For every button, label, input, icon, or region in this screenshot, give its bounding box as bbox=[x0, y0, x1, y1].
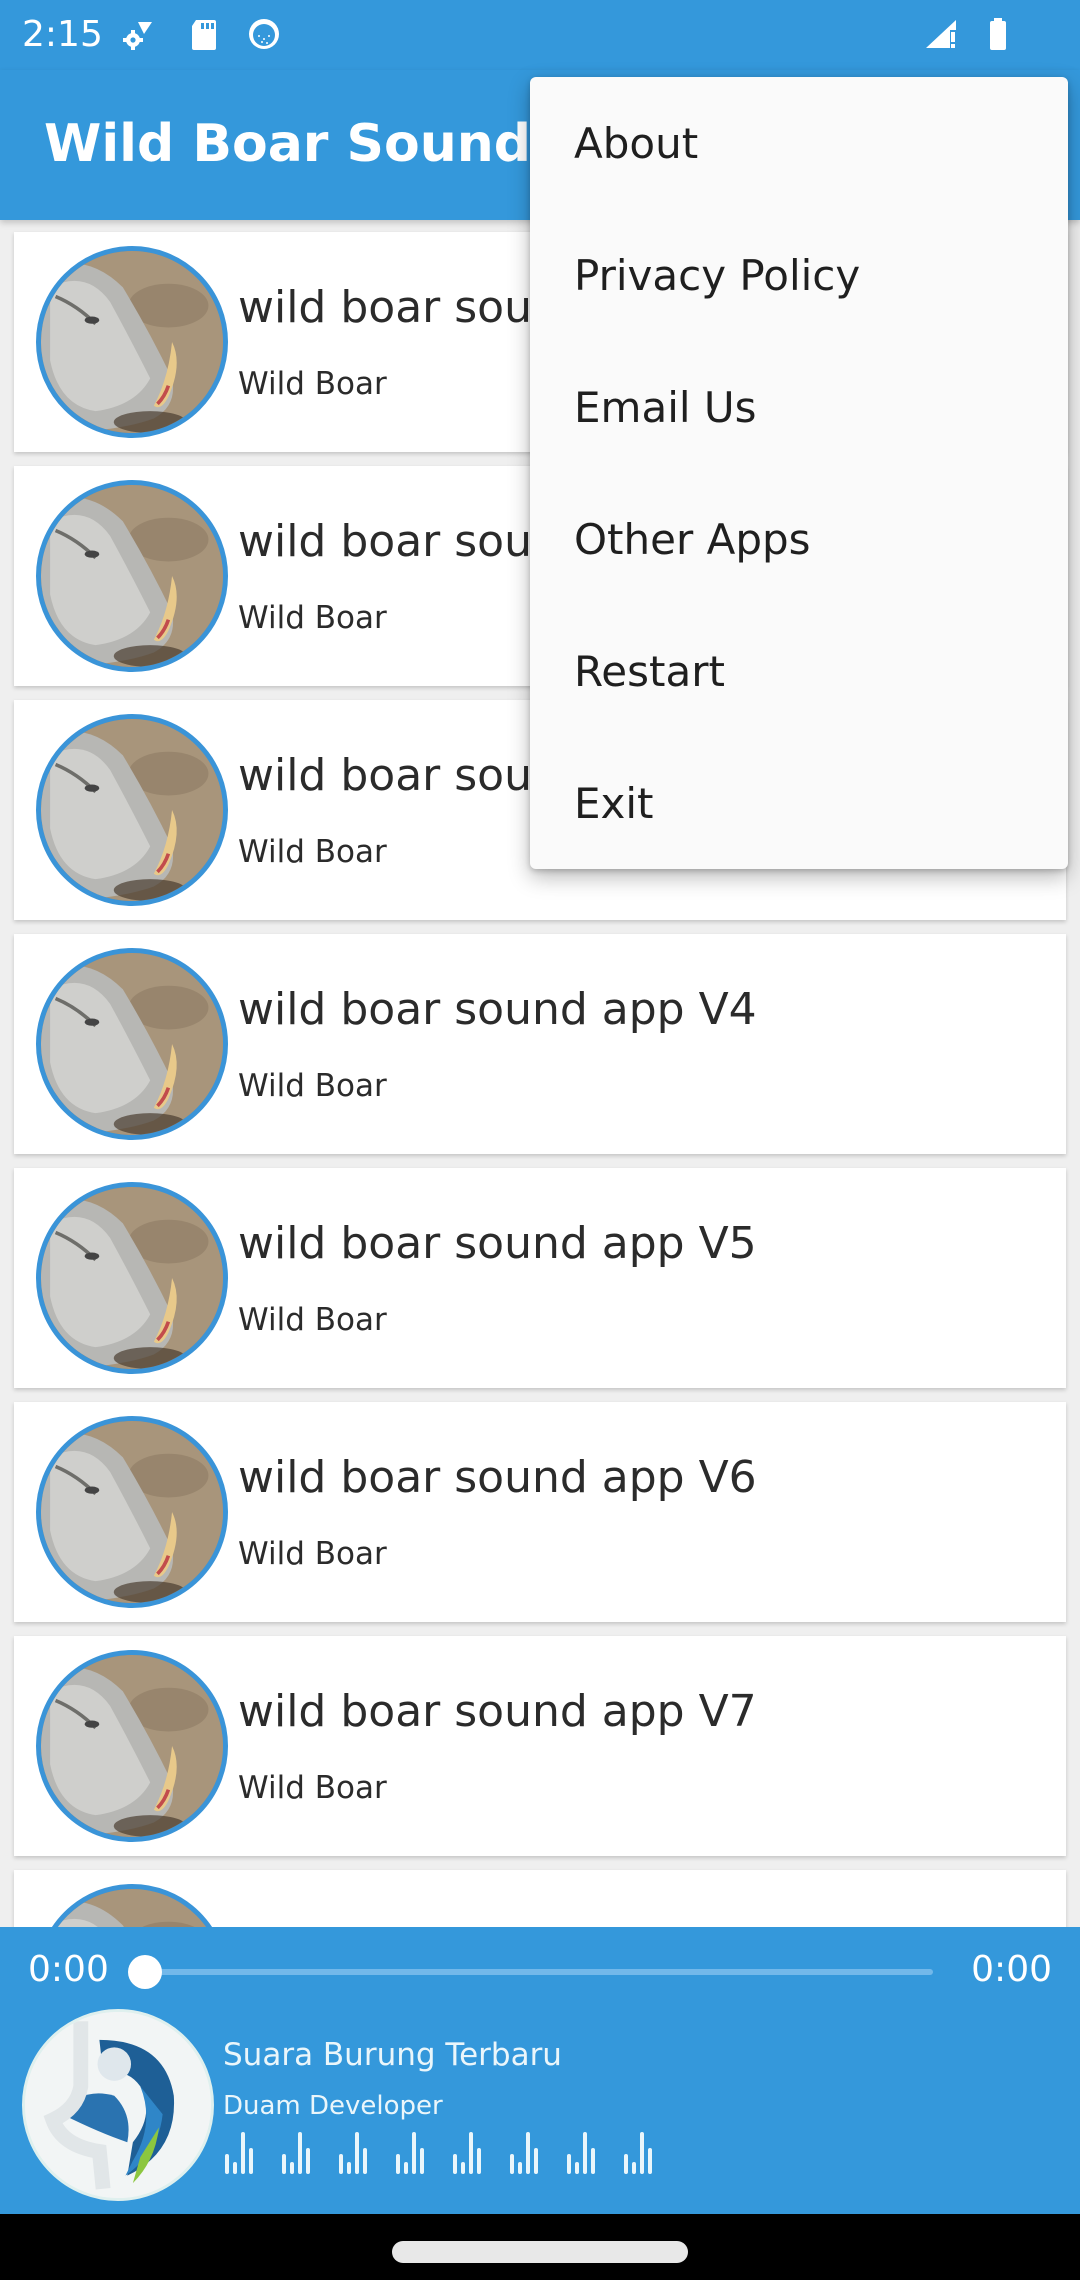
equalizer-bar bbox=[477, 2148, 481, 2174]
audio-player: 0:00 0:00 Suara Burung Terbaru Duam Deve… bbox=[0, 1927, 1080, 2214]
item-title: wild boar sound app V7 bbox=[238, 1686, 757, 1737]
wild-boar-thumbnail bbox=[36, 1416, 228, 1608]
seek-bar[interactable] bbox=[145, 1969, 933, 1975]
equalizer-bar bbox=[225, 2154, 229, 2174]
equalizer-bar bbox=[567, 2154, 571, 2174]
equalizer-bar bbox=[241, 2132, 245, 2174]
equalizer-bar bbox=[298, 2132, 302, 2174]
battery-icon bbox=[980, 16, 1016, 52]
sd-card-icon bbox=[186, 16, 222, 52]
equalizer-bar bbox=[640, 2132, 644, 2174]
equalizer-icon bbox=[225, 2132, 652, 2174]
equalizer-bar bbox=[363, 2148, 367, 2174]
wild-boar-thumbnail bbox=[36, 1650, 228, 1842]
equalizer-bar bbox=[249, 2148, 253, 2174]
item-subtitle: Wild Boar bbox=[238, 1536, 387, 1572]
wild-boar-thumbnail bbox=[36, 246, 228, 438]
item-subtitle: Wild Boar bbox=[238, 600, 387, 636]
list-item[interactable]: wild boar sound app V4 Wild Boar bbox=[14, 934, 1066, 1154]
equalizer-bar bbox=[420, 2148, 424, 2174]
equalizer-bar bbox=[632, 2162, 636, 2174]
equalizer-bar bbox=[461, 2162, 465, 2174]
signal-no-data-icon bbox=[924, 16, 960, 52]
list-item[interactable]: wild boar sound app V7 Wild Boar bbox=[14, 1636, 1066, 1856]
item-title: wild boar sound app V4 bbox=[238, 984, 757, 1035]
wild-boar-thumbnail bbox=[36, 1182, 228, 1374]
equalizer-bar bbox=[282, 2154, 286, 2174]
menu-item-email-us[interactable]: Email Us bbox=[530, 341, 1068, 473]
equalizer-bar bbox=[510, 2154, 514, 2174]
developer-logo bbox=[22, 2009, 214, 2201]
equalizer-bar bbox=[306, 2148, 310, 2174]
list-item[interactable]: wild boar sound app V5 Wild Boar bbox=[14, 1168, 1066, 1388]
wild-boar-thumbnail bbox=[36, 480, 228, 672]
equalizer-bar bbox=[526, 2132, 530, 2174]
equalizer-bar bbox=[518, 2162, 522, 2174]
overflow-menu: About Privacy Policy Email Us Other Apps Res… bbox=[530, 77, 1068, 869]
equalizer-bar bbox=[453, 2154, 457, 2174]
item-subtitle: Wild Boar bbox=[238, 366, 387, 402]
wild-boar-thumbnail bbox=[36, 948, 228, 1140]
status-bar: 2:15 bbox=[0, 0, 1080, 70]
menu-item-restart[interactable]: Restart bbox=[530, 605, 1068, 737]
equalizer-bar bbox=[347, 2162, 351, 2174]
equalizer-bar bbox=[339, 2154, 343, 2174]
equalizer-bar bbox=[396, 2154, 400, 2174]
menu-item-privacy-policy[interactable]: Privacy Policy bbox=[530, 209, 1068, 341]
item-subtitle: Wild Boar bbox=[238, 1302, 387, 1338]
equalizer-bar bbox=[355, 2132, 359, 2174]
item-subtitle: Wild Boar bbox=[238, 834, 387, 870]
elapsed-time: 0:00 bbox=[28, 1949, 109, 1990]
app-notification-icon bbox=[246, 16, 282, 52]
home-gesture-handle[interactable] bbox=[392, 2241, 688, 2263]
item-subtitle: Wild Boar bbox=[238, 1068, 387, 1104]
track-artist: Duam Developer bbox=[223, 2091, 443, 2121]
item-subtitle: Wild Boar bbox=[238, 1770, 387, 1806]
equalizer-bar bbox=[290, 2162, 294, 2174]
equalizer-bar bbox=[648, 2148, 652, 2174]
track-title: Suara Burung Terbaru bbox=[223, 2037, 562, 2073]
equalizer-bar bbox=[469, 2132, 473, 2174]
item-title: wild boar sound app V5 bbox=[238, 1218, 757, 1269]
settings-wifi-icon bbox=[120, 16, 156, 52]
menu-item-other-apps[interactable]: Other Apps bbox=[530, 473, 1068, 605]
equalizer-bar bbox=[412, 2132, 416, 2174]
wild-boar-thumbnail bbox=[36, 714, 228, 906]
item-title: wild boar sound app V6 bbox=[238, 1452, 757, 1503]
equalizer-bar bbox=[404, 2162, 408, 2174]
equalizer-bar bbox=[575, 2162, 579, 2174]
equalizer-bar bbox=[624, 2154, 628, 2174]
menu-item-exit[interactable]: Exit bbox=[530, 737, 1068, 869]
duration-time: 0:00 bbox=[971, 1949, 1052, 1990]
equalizer-bar bbox=[233, 2162, 237, 2174]
menu-item-about[interactable]: About bbox=[530, 77, 1068, 209]
system-nav-bar bbox=[0, 2214, 1080, 2280]
seek-thumb[interactable] bbox=[128, 1955, 162, 1989]
list-item[interactable]: wild boar sound app V6 Wild Boar bbox=[14, 1402, 1066, 1622]
equalizer-bar bbox=[591, 2148, 595, 2174]
status-time: 2:15 bbox=[22, 14, 103, 55]
equalizer-bar bbox=[534, 2148, 538, 2174]
equalizer-bar bbox=[583, 2132, 587, 2174]
